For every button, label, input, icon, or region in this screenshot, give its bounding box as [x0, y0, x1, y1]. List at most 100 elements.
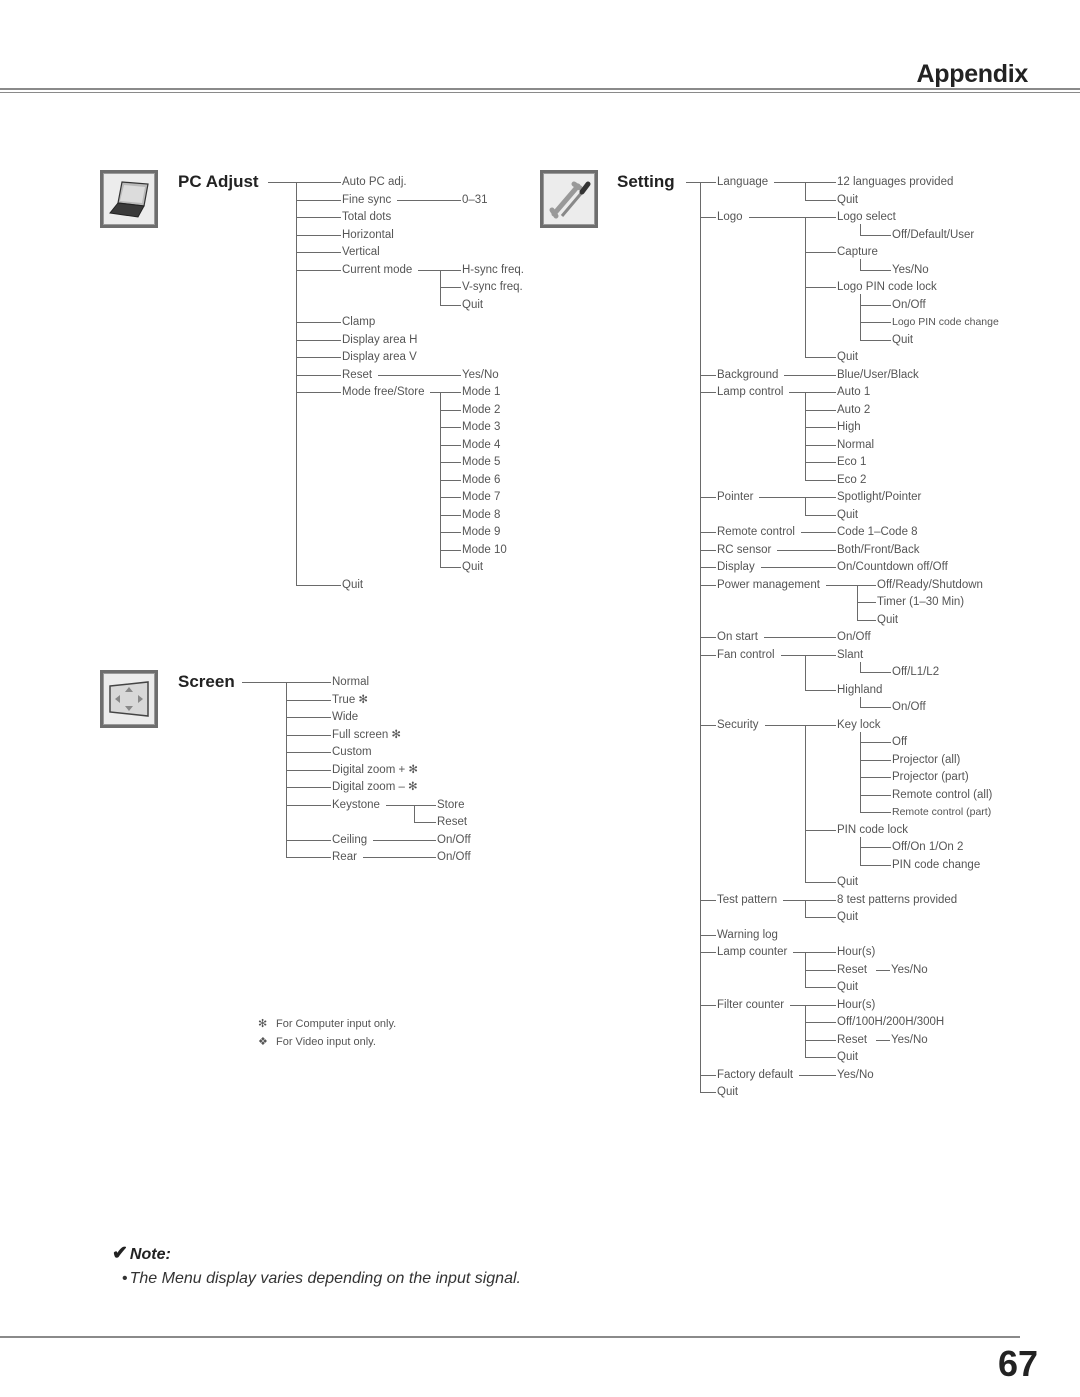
menu-item: V-sync freq.: [462, 281, 523, 293]
menu-item: Display area V: [342, 351, 417, 363]
tree-connector: [805, 829, 836, 831]
tree-connector: [700, 654, 716, 656]
menu-item: Power management: [717, 578, 820, 591]
menu-item: Total dots: [342, 211, 392, 223]
tree-connector: [700, 217, 716, 218]
tree-connector: [440, 409, 461, 411]
menu-item: Full screen ✻: [332, 728, 402, 741]
tree-connector: [857, 584, 876, 586]
menu-item: Reset: [342, 368, 373, 381]
note-heading-text: Note:: [129, 1246, 171, 1263]
asterisk-icon: ✻: [258, 1018, 268, 1030]
menu-item: Warning log: [717, 928, 778, 941]
tree-connector: [440, 479, 461, 481]
menu-item: Off/100H/200H/300H: [837, 1016, 945, 1028]
tree-connector: [440, 444, 461, 446]
tree-connector: [296, 269, 341, 271]
tree-connector: [700, 532, 716, 533]
footnote-text: For Video input only.: [276, 1036, 376, 1048]
tree-connector: [700, 899, 716, 901]
tree-connector: [414, 822, 436, 823]
tree-connector: [296, 199, 341, 201]
menu-item: Reset: [837, 1033, 868, 1046]
menu-item: RC sensor: [717, 543, 772, 556]
menu-item: Wide: [332, 711, 359, 723]
footer-rule: [0, 1336, 1020, 1338]
menu-item: Mode 4: [462, 438, 501, 451]
tree-connector: [790, 1004, 805, 1006]
menu-item: Quit: [837, 193, 859, 206]
footnote-video: ❖ For Video input only.: [258, 1035, 376, 1048]
tree-connector: [805, 1022, 836, 1023]
tree-connector: [764, 724, 805, 726]
tree-connector: [700, 934, 716, 936]
tree-connector: [805, 497, 836, 498]
diamond-icon: ❖: [258, 1036, 268, 1048]
menu-item: Remote control (part): [892, 806, 992, 818]
tree-connector: [805, 392, 806, 481]
menu-item: Projector (part): [892, 771, 969, 783]
menu-item: Mode 6: [462, 473, 501, 486]
tree-connector: [860, 259, 861, 271]
tree-connector: [784, 374, 836, 376]
tree-connector: [805, 882, 836, 883]
tree-connector: [793, 952, 805, 953]
menu-item: Remote control: [717, 526, 795, 538]
menu-item: Yes/No: [891, 1033, 928, 1046]
tree-connector: [385, 804, 414, 806]
menu-item: Quit: [717, 1086, 739, 1098]
tree-connector: [286, 717, 331, 718]
tree-connector: [805, 952, 806, 988]
page-number: 67: [997, 1343, 1038, 1384]
tree-connector: [414, 804, 415, 823]
menu-item: Both/Front/Back: [837, 543, 920, 556]
laptop-icon: [100, 170, 158, 228]
note-heading: ✔ Note:: [112, 1242, 171, 1265]
menu-item: Reset: [837, 963, 868, 976]
tree-connector: [440, 497, 461, 498]
menu-title-setting: Setting: [617, 172, 675, 191]
tree-connector: [440, 532, 461, 533]
note-body: • The Menu display varies depending on th…: [122, 1268, 552, 1289]
tree-connector: [860, 731, 861, 813]
menu-item: Capture: [837, 246, 878, 258]
menu-item: Vertical: [342, 246, 380, 258]
tree-connector: [286, 804, 331, 806]
menu-item: Code 1–Code 8: [837, 526, 918, 538]
menu-item: Mode 8: [462, 508, 501, 521]
tree-connector: [805, 287, 836, 288]
menu-item: Auto 1: [837, 386, 871, 398]
menu-item: Ceiling: [332, 833, 368, 846]
tree-connector: [860, 224, 861, 236]
menu-item: Clamp: [342, 316, 376, 328]
tree-connector: [789, 392, 805, 393]
menu-item: H-sync freq.: [462, 263, 524, 276]
tree-connector: [860, 294, 861, 341]
menu-item: Hour(s): [837, 998, 876, 1011]
menu-item: Logo select: [837, 211, 896, 223]
tree-connector: [296, 217, 341, 218]
tree-connector: [860, 304, 891, 306]
tree-connector: [860, 672, 891, 673]
menu-item: Yes/No: [837, 1068, 874, 1081]
menu-item: Eco 2: [837, 473, 867, 486]
menu-item: Mode free/Store: [342, 386, 425, 398]
tree-connector: [805, 917, 836, 918]
tree-connector: [805, 479, 836, 481]
menu-item: Mode 9: [462, 526, 501, 538]
menu-item: Quit: [892, 333, 914, 346]
tree-connector: [777, 549, 836, 551]
tree-connector: [440, 269, 441, 306]
tree-connector: [700, 374, 716, 376]
tree-connector: [268, 182, 296, 183]
menu-item: Quit: [837, 1051, 859, 1063]
tree-connector: [860, 234, 891, 236]
menu-item: Digital zoom + ✻: [332, 763, 419, 776]
menu-item: Normal: [837, 438, 875, 451]
tree-connector: [700, 182, 701, 1093]
menu-item: Quit: [462, 561, 484, 573]
tree-connector: [805, 182, 836, 183]
menu-item: Blue/User/Black: [837, 368, 919, 381]
tree-connector: [296, 182, 341, 183]
menu-item: Yes/No: [462, 368, 499, 381]
